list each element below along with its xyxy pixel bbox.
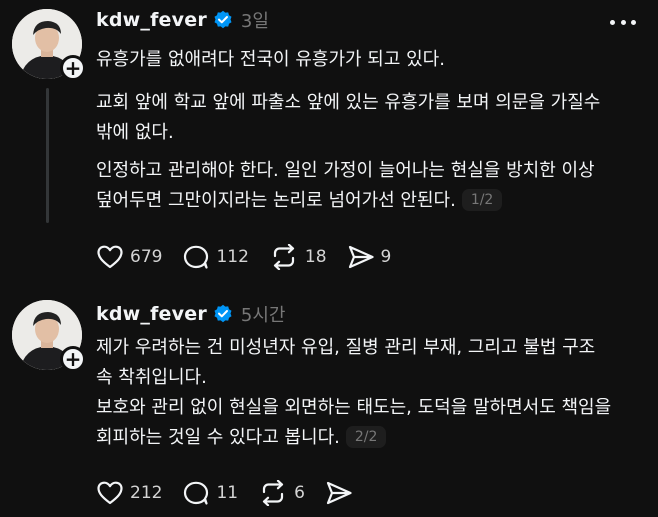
post-paragraph: 교회 앞에 학교 앞에 파출소 앞에 있는 유흥가를 보며 의문을 가질수 밖에… [96, 92, 601, 143]
username[interactable]: kdw_fever [96, 9, 207, 31]
post-paragraph: 제가 우려하는 건 미성년자 유입, 질병 관리 부재, 그리고 불법 구조 속… [96, 337, 596, 388]
post-paragraph: 유흥가를 없애려다 전국이 유흥가가 되고 있다. [96, 49, 445, 70]
more-horizontal-icon [610, 19, 615, 25]
follow-plus-icon[interactable]: + [60, 346, 86, 372]
verified-badge-icon [214, 304, 232, 323]
like-count: 212 [130, 483, 163, 503]
thread-post: + kdw_fever 3일 유흥가를 없애려다 전국이 유흥가가 되고 있다.… [0, 0, 658, 290]
like-count: 679 [130, 247, 163, 267]
verified-badge-icon [214, 10, 232, 29]
heart-icon [97, 245, 123, 269]
reply-button[interactable]: 11 [182, 480, 238, 506]
post-paragraph: 보호와 관리 없이 현실을 외면하는 태도는, 도덕을 말하면서도 책임을 회피… [96, 393, 616, 453]
heart-icon [97, 481, 123, 505]
thread-connector-line [46, 88, 49, 223]
speech-bubble-icon [184, 245, 209, 269]
reply-button[interactable]: 112 [182, 244, 249, 270]
thread-page-indicator: 1/2 [461, 189, 503, 211]
repost-icon [273, 244, 295, 270]
thread-post: + kdw_fever 5시간 제가 우려하는 건 미성년자 유입, 질병 관리… [0, 290, 658, 517]
repost-count: 18 [304, 247, 327, 267]
avatar-container[interactable]: + [12, 300, 86, 372]
reply-count: 112 [216, 247, 249, 267]
more-options-button[interactable] [610, 12, 636, 32]
like-button[interactable]: 679 [96, 244, 162, 270]
post-actions: 679 112 18 9 [96, 242, 411, 272]
post-header: kdw_fever 3일 [96, 7, 269, 33]
repost-icon [262, 480, 284, 506]
post-paragraph: 인정하고 관리해야 한다. 일인 가정이 늘어나는 현실을 방치한 이상 덮어두… [96, 156, 616, 216]
repost-button[interactable]: 18 [269, 244, 327, 270]
follow-plus-icon[interactable]: + [60, 55, 86, 81]
thread-page-indicator: 2/2 [345, 426, 387, 448]
share-button[interactable]: 9 [347, 244, 392, 270]
avatar-container[interactable]: + [12, 9, 86, 81]
speech-bubble-icon [184, 481, 209, 505]
paper-plane-icon [348, 245, 374, 269]
repost-button[interactable]: 6 [258, 480, 305, 506]
repost-count: 6 [294, 483, 305, 503]
paper-plane-icon [326, 481, 352, 505]
post-header: kdw_fever 5시간 [96, 301, 285, 327]
like-button[interactable]: 212 [96, 480, 162, 506]
share-count: 9 [380, 247, 392, 267]
share-button[interactable] [325, 480, 359, 506]
post-timestamp[interactable]: 3일 [241, 7, 269, 33]
post-paragraph-text: 인정하고 관리해야 한다. 일인 가정이 늘어나는 현실을 방치한 이상 덮어두… [96, 160, 595, 211]
post-actions: 212 11 6 [96, 478, 379, 508]
reply-count: 11 [216, 483, 239, 503]
username[interactable]: kdw_fever [96, 303, 207, 325]
post-timestamp[interactable]: 5시간 [241, 301, 286, 327]
